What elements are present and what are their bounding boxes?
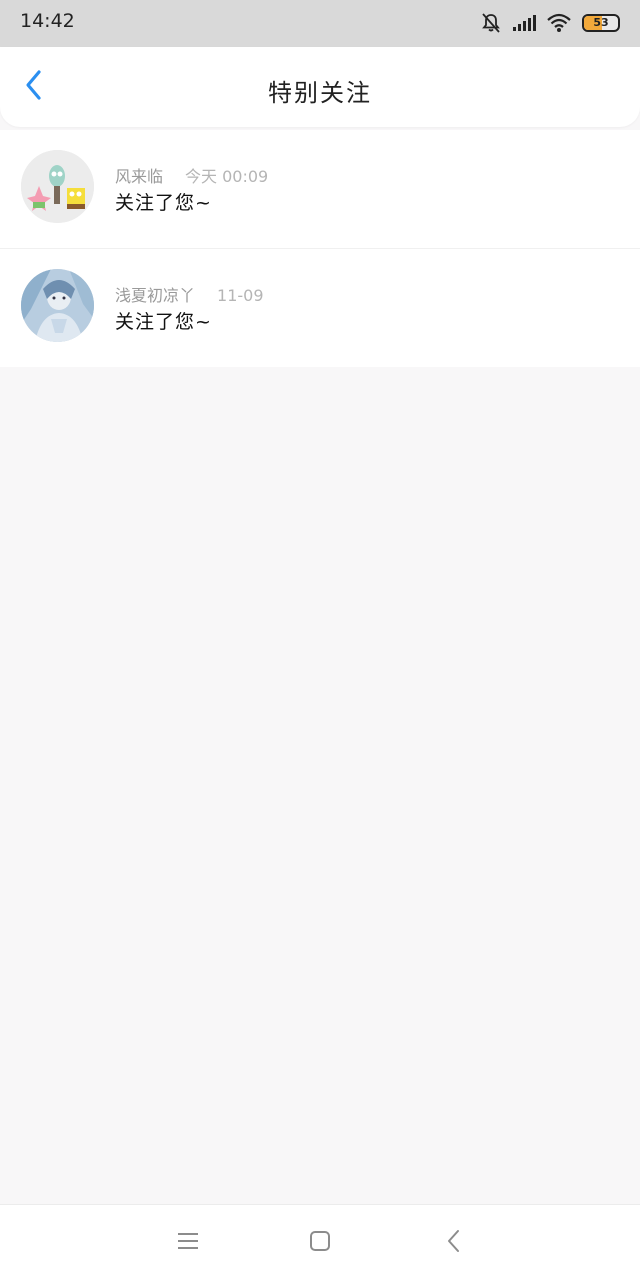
bell-muted-icon bbox=[480, 12, 502, 34]
status-time: 14:42 bbox=[20, 10, 75, 32]
battery-icon: 53 bbox=[582, 14, 620, 32]
battery-level: 53 bbox=[593, 16, 609, 29]
back-icon bbox=[446, 1229, 462, 1257]
item-time: 今天 00:09 bbox=[185, 167, 269, 186]
follow-list: 风来临 今天 00:09 关注了您~ 浅夏初凉丫 11-09 关注了您~ bbox=[0, 130, 640, 367]
item-message: 关注了您~ bbox=[115, 311, 212, 333]
item-time: 11-09 bbox=[217, 286, 264, 305]
item-meta: 风来临 今天 00:09 bbox=[115, 163, 268, 187]
status-bar: 14:42 53 bbox=[0, 0, 640, 47]
anime-girl-avatar bbox=[21, 269, 94, 342]
list-item[interactable]: 浅夏初凉丫 11-09 关注了您~ bbox=[0, 248, 640, 367]
menu-button[interactable] bbox=[172, 1227, 204, 1259]
bottom-nav bbox=[0, 1204, 640, 1281]
status-icons: 53 bbox=[480, 10, 620, 36]
home-icon bbox=[309, 1230, 331, 1256]
wifi-icon bbox=[546, 13, 572, 33]
item-meta: 浅夏初凉丫 11-09 bbox=[115, 282, 264, 306]
cartoon-characters-avatar bbox=[21, 150, 94, 223]
menu-icon bbox=[177, 1231, 199, 1255]
page-title: 特别关注 bbox=[268, 79, 372, 107]
back-nav-button[interactable] bbox=[438, 1227, 470, 1259]
header: 特别关注 bbox=[0, 47, 640, 127]
item-message: 关注了您~ bbox=[115, 192, 212, 214]
avatar[interactable] bbox=[21, 269, 94, 342]
user-name[interactable]: 风来临 bbox=[115, 167, 163, 186]
list-item[interactable]: 风来临 今天 00:09 关注了您~ bbox=[0, 130, 640, 248]
user-name[interactable]: 浅夏初凉丫 bbox=[115, 286, 195, 305]
avatar[interactable] bbox=[21, 150, 94, 223]
signal-icon bbox=[512, 14, 536, 32]
home-button[interactable] bbox=[304, 1227, 336, 1259]
